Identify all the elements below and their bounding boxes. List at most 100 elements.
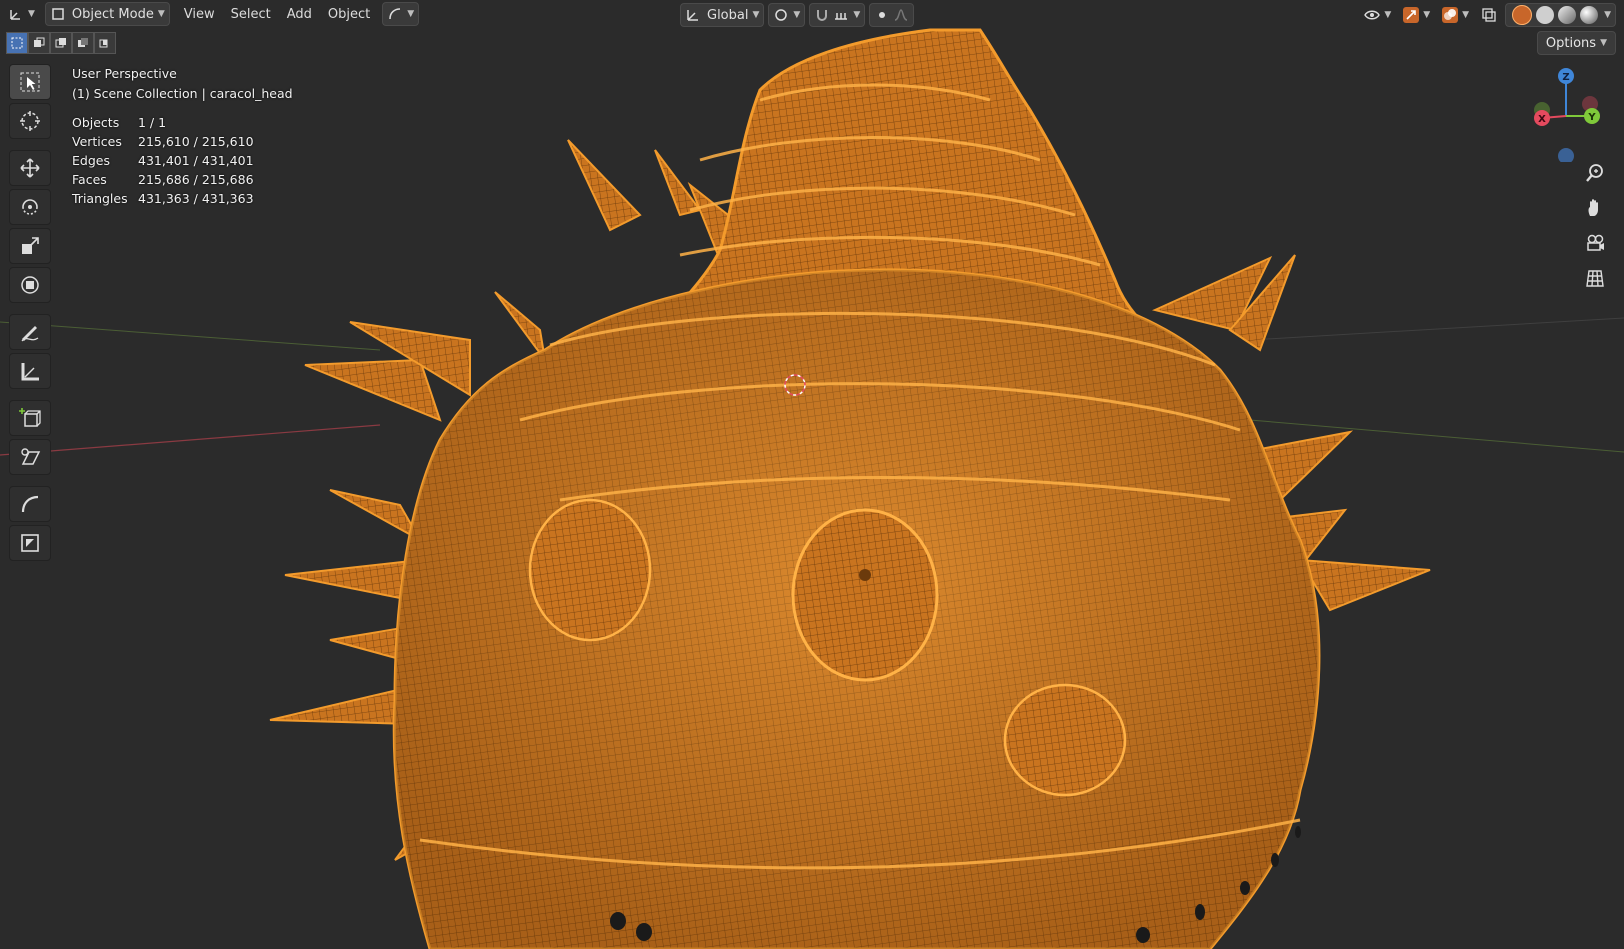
gizmo-icon <box>1403 7 1420 23</box>
eye-icon <box>1364 10 1381 20</box>
scale-tool[interactable] <box>9 228 51 264</box>
pivot-point-dropdown[interactable]: ▼ <box>768 3 806 27</box>
pivot-icon <box>775 9 788 21</box>
annotate-icon <box>21 326 39 342</box>
visibility-dropdown[interactable]: ▼ <box>1360 4 1395 26</box>
transform-icon <box>21 276 39 294</box>
stat-label: Objects <box>72 115 120 130</box>
select-box-tool[interactable] <box>9 64 51 100</box>
gizmo-y-label: Y <box>1587 112 1596 123</box>
select-difference-icon[interactable] <box>72 32 94 54</box>
overlays-icon <box>1442 7 1459 23</box>
select-extend-icon[interactable] <box>28 32 50 54</box>
chevron-down-icon: ▼ <box>28 9 35 19</box>
rendered-shading-icon[interactable] <box>1580 6 1599 24</box>
header-center-tools: Global ▼ ▼ ▼ <box>676 3 915 27</box>
curve-tool[interactable] <box>9 486 51 522</box>
curve-icon <box>389 8 401 20</box>
snap-increment-icon <box>835 13 848 20</box>
rotate-tool[interactable] <box>9 189 51 225</box>
add-cube-icon <box>19 408 41 427</box>
chevron-down-icon: ▼ <box>752 10 760 20</box>
add-cube-tool[interactable] <box>9 400 51 436</box>
gizmo-z-label: Z <box>1562 72 1569 83</box>
proportional-editing-toggle[interactable] <box>869 3 915 27</box>
stat-value: 215,686 / 215,686 <box>138 172 254 187</box>
stat-row: Objects 1 / 1 <box>72 115 293 134</box>
cursor-tool[interactable] <box>9 103 51 139</box>
selected-mesh-caracol-head[interactable] <box>269 28 1431 949</box>
snap-toggle[interactable]: ▼ <box>809 3 866 27</box>
move-icon <box>20 158 40 178</box>
inset-icon <box>21 534 39 552</box>
editor-type-button[interactable]: ▼ <box>4 3 39 25</box>
wireframe-shading-icon[interactable] <box>1512 5 1533 25</box>
mode-dropdown[interactable]: Object Mode ▼ <box>44 2 170 26</box>
orientation-icon <box>687 10 698 21</box>
orientation-label: Global <box>707 7 749 23</box>
collection-line: (1) Scene Collection | caracol_head <box>72 85 293 101</box>
overlays-toggle[interactable]: ▼ <box>1438 4 1473 26</box>
select-intersect-icon[interactable] <box>94 32 116 54</box>
xray-toggle[interactable] <box>1477 4 1501 26</box>
annotate-tool[interactable] <box>9 314 51 350</box>
pan-button[interactable] <box>1582 195 1608 221</box>
selection-mode-buttons <box>6 32 116 54</box>
measure-tool[interactable] <box>9 353 51 389</box>
select-box-icon <box>20 72 40 92</box>
transform-orientation-dropdown[interactable]: Global ▼ <box>680 3 765 27</box>
material-shading-icon[interactable] <box>1558 6 1577 24</box>
options-label: Options <box>1545 35 1597 51</box>
stat-label: Vertices <box>72 134 122 149</box>
shear-tool[interactable] <box>9 439 51 475</box>
gizmo-z-axis[interactable]: Z <box>1558 68 1574 84</box>
menu-view[interactable]: View <box>176 3 223 25</box>
magnet-icon <box>817 10 828 21</box>
navigation-gizmo[interactable]: Z Y X <box>1520 62 1600 164</box>
gizmo-toggle[interactable]: ▼ <box>1399 4 1434 26</box>
chevron-down-icon: ▼ <box>793 10 801 20</box>
solid-shading-icon[interactable] <box>1536 6 1555 24</box>
transform-tool[interactable] <box>9 267 51 303</box>
zoom-icon <box>1586 164 1603 182</box>
chevron-down-icon: ▼ <box>1462 10 1470 20</box>
menu-add[interactable]: Add <box>279 3 320 25</box>
object-mode-icon <box>52 8 64 20</box>
options-dropdown[interactable]: Options ▼ <box>1536 31 1616 55</box>
stat-row: Triangles 431,363 / 431,363 <box>72 191 293 210</box>
mode-label: Object Mode <box>71 6 154 22</box>
gpencil-dropdown[interactable]: ▼ <box>382 2 420 26</box>
zoom-button[interactable] <box>1582 160 1608 186</box>
chevron-down-icon: ▼ <box>853 10 861 20</box>
menu-select[interactable]: Select <box>223 3 279 25</box>
ortho-toggle-button[interactable] <box>1582 265 1608 291</box>
menu-object[interactable]: Object <box>320 3 378 25</box>
chevron-down-icon: ▼ <box>1600 38 1607 48</box>
select-subtract-icon[interactable] <box>50 32 72 54</box>
stat-row: Vertices 215,610 / 215,610 <box>72 134 293 153</box>
x-axis-line <box>0 424 381 456</box>
stat-value: 1 / 1 <box>138 115 167 130</box>
select-new-icon[interactable] <box>6 32 28 54</box>
view-name: User Perspective <box>72 66 177 81</box>
viewport-info-overlay: User Perspective (1) Scene Collection | … <box>72 66 293 210</box>
grid-line-right <box>1249 317 1624 341</box>
header-right-tools: ▼ ▼ ▼ ▼ <box>1356 3 1616 27</box>
gizmo-x-label: X <box>1538 114 1546 125</box>
shear-icon <box>21 448 41 465</box>
inset-tool[interactable] <box>9 525 51 561</box>
stat-row: Edges 431,401 / 431,401 <box>72 153 293 172</box>
cursor-icon <box>20 111 40 131</box>
hand-pan-icon <box>1588 199 1598 216</box>
stat-label: Edges <box>72 153 110 168</box>
camera-view-button[interactable] <box>1582 230 1608 256</box>
move-tool[interactable] <box>9 150 51 186</box>
chevron-down-icon[interactable]: ▼ <box>1604 10 1611 20</box>
proportional-icon <box>879 12 886 18</box>
grid-ortho-icon <box>1586 270 1604 287</box>
curve-icon <box>21 495 39 513</box>
gizmo-y-axis[interactable]: Y <box>1584 108 1600 124</box>
chevron-down-icon: ▼ <box>1423 10 1431 20</box>
gizmo-x-axis[interactable]: X <box>1534 110 1550 126</box>
shading-buttons: ▼ <box>1505 3 1616 27</box>
